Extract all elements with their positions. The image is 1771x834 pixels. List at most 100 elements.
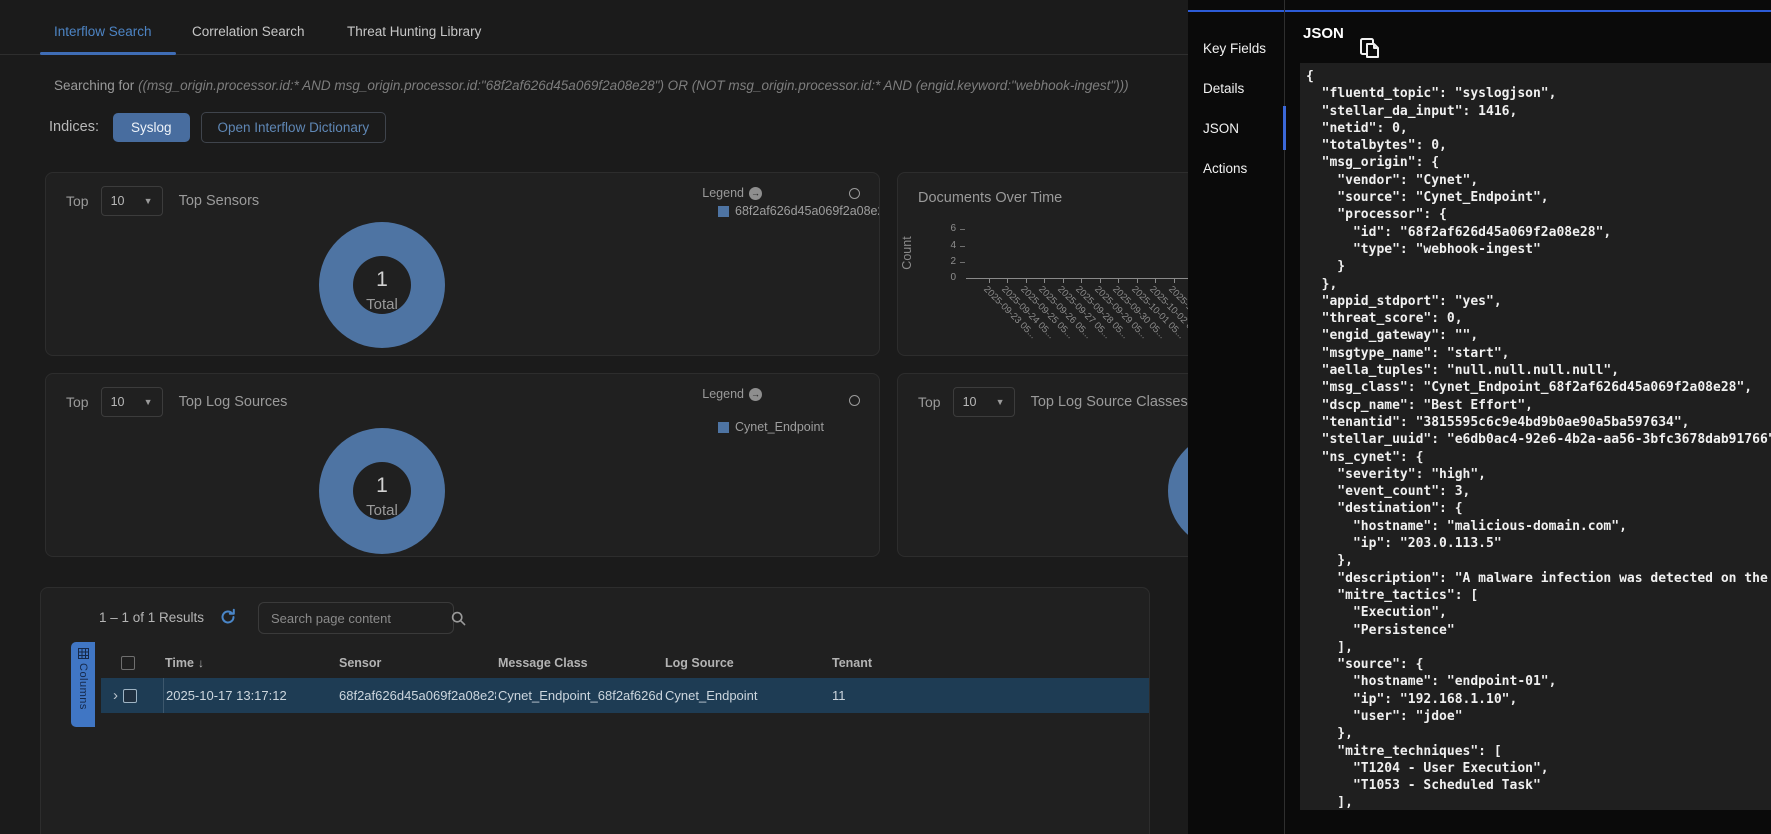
y-tick-mark xyxy=(960,246,965,247)
json-code-text: { "fluentd_topic": "syslogjson", "stella… xyxy=(1300,63,1771,810)
y-tick-mark xyxy=(960,262,965,263)
record-detail-flyout: Key Fields Details JSON Actions JSON { "… xyxy=(1188,0,1771,834)
y-tick: 6 xyxy=(932,223,956,234)
x-tick-mark xyxy=(1137,278,1138,283)
legend-arrow-icon: → xyxy=(749,388,762,401)
column-header-sensor[interactable]: Sensor xyxy=(336,651,496,675)
panel-top-log-sources: Top 10 ▼ Top Log Sources Legend → Cynet_E… xyxy=(45,373,880,557)
y-tick: 2 xyxy=(932,256,956,267)
x-tick-mark xyxy=(1155,278,1156,283)
flyout-tab-key-fields[interactable]: Key Fields xyxy=(1188,28,1284,68)
results-count: 1 – 1 of 1 Results xyxy=(99,610,204,625)
donut-total-value: 1 xyxy=(319,268,445,292)
refresh-icon[interactable] xyxy=(219,608,237,626)
donut-total-caption: Total xyxy=(319,296,445,313)
indices-row: Indices: Syslog Open Interflow Dictionar… xyxy=(49,110,386,144)
table-row[interactable]: › 2025-10-17 13:17:12 68f2af626d45a069f2… xyxy=(101,678,1150,713)
legend-label: Legend xyxy=(702,186,744,200)
row-expand-icon[interactable]: › xyxy=(113,689,118,703)
panel-status-circle-icon[interactable] xyxy=(849,395,860,406)
x-tick-mark xyxy=(1081,278,1082,283)
column-header-tenant[interactable]: Tenant xyxy=(830,651,1150,675)
panel-status-circle-icon[interactable] xyxy=(849,188,860,199)
flyout-tab-column: Key Fields Details JSON Actions xyxy=(1188,0,1285,834)
x-tick-mark xyxy=(1007,278,1008,283)
top-n-value: 10 xyxy=(111,395,125,409)
app-root: Interflow Search Correlation Search Thre… xyxy=(0,0,1771,834)
open-interflow-dictionary-button[interactable]: Open Interflow Dictionary xyxy=(201,112,387,143)
cell-sensor: 68f2af626d45a069f2a08e28 xyxy=(336,678,496,713)
cell-message-class: Cynet_Endpoint_68f2af626d45a069f2a08e28 xyxy=(496,678,663,713)
top-n-dropdown[interactable]: 10 ▼ xyxy=(101,387,163,417)
panel-top-log-source-classes: Top 10 ▼ Top Log Source Classes xyxy=(897,373,1188,557)
panel-title: Top Sensors xyxy=(179,193,260,209)
flyout-tab-details[interactable]: Details xyxy=(1188,68,1284,108)
search-query-text: ((msg_origin.processor.id:* AND msg_orig… xyxy=(138,78,1129,93)
y-tick: 4 xyxy=(932,240,956,251)
legend-label: Legend xyxy=(702,387,744,401)
flyout-tab-json[interactable]: JSON xyxy=(1188,108,1284,148)
legend-item[interactable]: 68f2af626d45a069f2a08e28 xyxy=(718,204,880,218)
x-tick-mark xyxy=(1118,278,1119,283)
top-n-value: 10 xyxy=(111,194,125,208)
legend-header[interactable]: Legend → xyxy=(702,184,762,202)
legend-header[interactable]: Legend → xyxy=(702,385,762,403)
top-label: Top xyxy=(66,394,89,410)
x-tick-mark xyxy=(989,278,990,283)
y-tick-mark xyxy=(960,229,965,230)
donut-total-caption: Total xyxy=(319,502,445,519)
legend-arrow-icon: → xyxy=(749,187,762,200)
legend-item-label: 68f2af626d45a069f2a08e28 xyxy=(735,204,880,218)
panel-top-sensors: Top 10 ▼ Top Sensors Legend → 68f2af626d4… xyxy=(45,172,880,356)
x-tick-mark xyxy=(1063,278,1064,283)
row-checkbox[interactable] xyxy=(123,689,137,703)
columns-grid-icon xyxy=(78,648,89,659)
top-tabbar: Interflow Search Correlation Search Thre… xyxy=(0,0,1188,55)
results-panel: 1 – 1 of 1 Results Columns Time↓ Sensor … xyxy=(40,587,1150,834)
legend-swatch xyxy=(718,206,729,217)
search-summary-prefix: Searching for xyxy=(54,78,134,93)
columns-tab[interactable]: Columns xyxy=(71,642,95,727)
legend-item-label: Cynet_Endpoint xyxy=(735,420,824,434)
top-n-dropdown[interactable]: 10 ▼ xyxy=(101,186,163,216)
json-panel-title: JSON xyxy=(1303,25,1344,42)
sort-desc-icon: ↓ xyxy=(198,656,204,670)
top-log-source-classes-donut-chart[interactable] xyxy=(1168,433,1188,549)
column-header-log-source[interactable]: Log Source xyxy=(663,651,830,675)
copy-icon[interactable] xyxy=(1359,37,1381,66)
x-tick-mark xyxy=(1026,278,1027,283)
indices-label: Indices: xyxy=(49,119,99,135)
top-n-dropdown[interactable]: 10 ▼ xyxy=(953,387,1015,417)
y-axis-label: Count xyxy=(900,218,914,288)
chart-title: Documents Over Time xyxy=(918,190,1062,206)
chevron-down-icon: ▼ xyxy=(996,397,1005,407)
cell-log-source: Cynet_Endpoint xyxy=(663,678,830,713)
top-label: Top xyxy=(66,193,89,209)
flyout-tab-actions[interactable]: Actions xyxy=(1188,148,1284,188)
top-sensors-donut-chart[interactable]: 1 Total xyxy=(319,222,445,348)
legend-item[interactable]: Cynet_Endpoint xyxy=(718,420,880,434)
top-log-sources-donut-chart[interactable]: 1 Total xyxy=(319,428,445,554)
syslog-index-button[interactable]: Syslog xyxy=(113,113,190,142)
column-header-message-class[interactable]: Message Class xyxy=(496,651,663,675)
top-n-value: 10 xyxy=(963,395,977,409)
main-content: Interflow Search Correlation Search Thre… xyxy=(0,0,1188,834)
select-all-checkbox[interactable] xyxy=(121,656,135,670)
tab-threat-hunting-library[interactable]: Threat Hunting Library xyxy=(347,24,481,39)
x-tick-mark xyxy=(1174,278,1175,283)
panel-title: Top Log Sources xyxy=(179,394,288,410)
columns-tab-label: Columns xyxy=(77,663,89,710)
tab-correlation-search[interactable]: Correlation Search xyxy=(192,24,305,39)
panel-title: Top Log Source Classes xyxy=(1031,394,1188,410)
x-tick-mark xyxy=(1044,278,1045,283)
json-code-block[interactable]: { "fluentd_topic": "syslogjson", "stella… xyxy=(1300,63,1771,810)
panel-documents-over-time: Documents Over Time Count 6 4 2 0 2025-0… xyxy=(897,172,1188,356)
active-tab-underline xyxy=(40,52,176,55)
search-input[interactable] xyxy=(259,611,451,626)
table-header-row: Time↓ Sensor Message Class Log Source Te… xyxy=(101,651,1150,675)
tab-interflow-search[interactable]: Interflow Search xyxy=(54,24,152,39)
chevron-down-icon: ▼ xyxy=(144,196,153,206)
column-header-time[interactable]: Time↓ xyxy=(163,651,336,675)
top-label: Top xyxy=(918,394,941,410)
search-icon xyxy=(451,611,466,626)
